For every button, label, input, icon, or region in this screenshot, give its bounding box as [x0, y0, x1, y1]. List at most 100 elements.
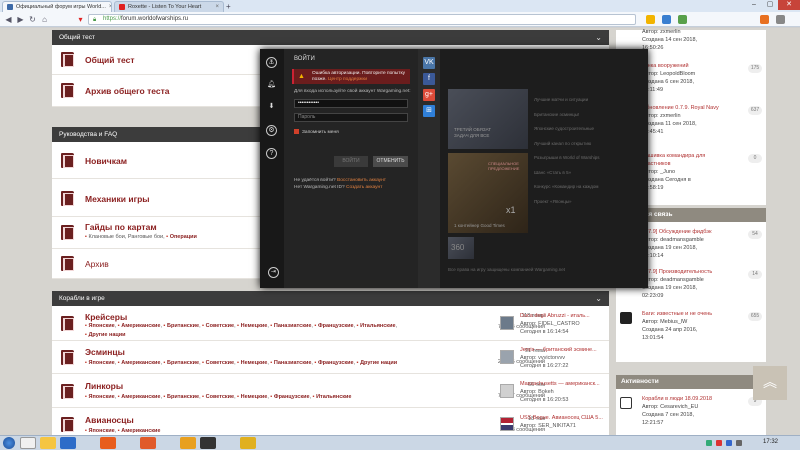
- forum-title[interactable]: Гайды по картам: [85, 222, 157, 232]
- section-header-ships[interactable]: Корабли в игре ⌄: [52, 291, 609, 306]
- support-link[interactable]: Центр поддержки: [328, 77, 367, 82]
- explorer-app-icon[interactable]: [20, 437, 36, 449]
- last-post-avatar[interactable]: [500, 350, 514, 364]
- feed-item[interactable]: Шанс «Стать в 5»: [534, 170, 644, 176]
- last-post-author[interactable]: Автор: vvvictorvvv: [520, 354, 625, 362]
- help-icon[interactable]: ?: [266, 148, 277, 159]
- topic-author[interactable]: Автор: Mebius_lW: [620, 318, 762, 326]
- bell-icon[interactable]: 🔔︎: [266, 80, 277, 91]
- bookmark-star-icon[interactable]: [646, 15, 655, 24]
- last-post-author[interactable]: Автор: FIDEL_CASTRO: [520, 320, 625, 328]
- checkbox-icon[interactable]: [294, 129, 299, 134]
- vk-icon[interactable]: VK: [423, 57, 435, 69]
- forum-title[interactable]: Новичкам: [85, 156, 127, 166]
- close-tab-icon[interactable]: ×: [215, 4, 219, 10]
- feed-item[interactable]: Проект «Японцы»: [534, 199, 644, 205]
- tray-icon[interactable]: [706, 440, 712, 446]
- wows-logo-icon[interactable]: ⚓︎: [266, 57, 277, 68]
- feed-item[interactable]: Британские эсминцы!: [534, 112, 644, 118]
- feed-item[interactable]: Розыгрыши в World of Warships: [534, 155, 644, 161]
- last-post-author[interactable]: Автор: Bokeh: [520, 388, 625, 396]
- forum-title[interactable]: Архив общего теста: [85, 86, 169, 96]
- logout-icon[interactable]: ⇥: [268, 267, 279, 278]
- close-tab-icon[interactable]: ×: [109, 4, 111, 10]
- subforum-link[interactable]: Итальянские: [360, 323, 395, 329]
- download-icon[interactable]: ⬇︎: [266, 102, 277, 113]
- start-button-icon[interactable]: [3, 437, 15, 449]
- topic-title[interactable]: Корабли в люди 18.09.2018: [620, 395, 730, 403]
- subforum-link[interactable]: Советские: [206, 323, 235, 329]
- last-post-avatar[interactable]: [500, 316, 514, 330]
- tray-icon[interactable]: [726, 440, 732, 446]
- promo-banner-2[interactable]: СПЕЦИАЛЬНОЕ ПРЕДЛОЖЕНИЕ x1 1 контейнер G…: [448, 153, 528, 233]
- forum-title[interactable]: Общий тест: [85, 55, 135, 65]
- subforum-link[interactable]: Ранговые бои: [128, 234, 163, 240]
- home-icon[interactable]: ⌂: [40, 15, 49, 24]
- feed-item[interactable]: Конкурс «Командир на каждом: [534, 184, 644, 190]
- new-tab-button[interactable]: +: [226, 2, 231, 11]
- subforum-link[interactable]: Американские: [121, 323, 160, 329]
- last-post-title[interactable]: Jervis — британский эсмине...: [520, 346, 625, 354]
- gear-icon[interactable]: ⚙︎: [266, 125, 277, 136]
- promo-banner-1[interactable]: ТРЕТИЙ ОБЯЗАТ ЗАДАЧ ДЛЯ ВСЕ: [448, 89, 528, 149]
- extension-icon[interactable]: [662, 15, 671, 24]
- topic-author[interactable]: Автор: zxmerlin: [620, 28, 762, 36]
- forum-row-carriers[interactable]: Авианосцы ▪ Японские, ▪ Американские 18 …: [52, 408, 609, 435]
- tab-music[interactable]: Roxette - Listen To Your Heart ×: [114, 1, 224, 12]
- subforum-link[interactable]: Итальянские: [316, 394, 351, 400]
- folder-app-icon[interactable]: [40, 437, 56, 449]
- remember-me-checkbox[interactable]: Запомнить меня: [294, 129, 339, 135]
- subforum-link[interactable]: Паназиатские: [274, 360, 312, 366]
- cancel-button[interactable]: ОТМЕНИТЬ: [373, 156, 408, 167]
- promo-banner-3[interactable]: 360: [448, 237, 474, 259]
- subforum-link[interactable]: Американские: [121, 428, 160, 434]
- password-field[interactable]: Пароль: [294, 113, 408, 122]
- forum-row-battleships[interactable]: Линкоры ▪ Японские, ▪ Американские, ▪ Бр…: [52, 374, 609, 408]
- subforum-link[interactable]: Паназиатские: [274, 323, 312, 329]
- sidebar-topic[interactable]: Корабли в люди 18.09.2018 Автор: Cesarev…: [620, 395, 762, 427]
- subforum-link[interactable]: Французские: [318, 360, 354, 366]
- subforum-link[interactable]: Советские: [206, 360, 235, 366]
- topic-title[interactable]: Баги: известные и не очень: [620, 310, 730, 318]
- subforum-link[interactable]: Японские: [88, 428, 114, 434]
- minimize-button[interactable]: –: [746, 0, 762, 10]
- section-header-general-test[interactable]: Общий тест ⌄: [52, 30, 609, 45]
- app-icon[interactable]: [140, 437, 156, 449]
- google-plus-icon[interactable]: g+: [423, 89, 435, 101]
- address-bar[interactable]: 🔒︎ https://forum.worldofwarships.ru: [88, 14, 636, 25]
- back-icon[interactable]: ◀: [4, 15, 13, 24]
- app-icon[interactable]: [180, 437, 196, 449]
- tab-forum[interactable]: Официальный форум игры World... ×: [2, 1, 112, 12]
- subforum-link[interactable]: Японские: [88, 323, 114, 329]
- forum-title[interactable]: Архив: [85, 259, 109, 269]
- forum-title[interactable]: Механики игры: [85, 194, 150, 204]
- close-window-button[interactable]: ✕: [778, 0, 800, 10]
- app-icon[interactable]: [240, 437, 256, 449]
- collapse-chevron-icon[interactable]: ⌄: [595, 30, 602, 45]
- subforum-link[interactable]: Японские: [88, 360, 114, 366]
- reload-icon[interactable]: ↻: [28, 15, 37, 24]
- subforum-link[interactable]: Клановые бои: [88, 234, 124, 240]
- last-post-avatar[interactable]: [500, 384, 514, 398]
- tray-icon[interactable]: [716, 440, 722, 446]
- settings-menu-icon[interactable]: [776, 15, 785, 24]
- last-post-avatar[interactable]: [500, 417, 514, 431]
- last-post-title[interactable]: Duca degli Abruzzi - италь...: [520, 312, 625, 320]
- forward-icon[interactable]: ▶: [16, 15, 25, 24]
- forum-title[interactable]: Авианосцы: [85, 415, 134, 425]
- volume-icon[interactable]: [736, 440, 742, 446]
- scroll-to-top-button[interactable]: ︽: [753, 366, 787, 400]
- feed-item[interactable]: Японские судостроительные: [534, 126, 644, 132]
- forum-title[interactable]: Эсминцы: [85, 347, 125, 357]
- subforum-link[interactable]: Другие нации: [88, 332, 125, 338]
- subforum-link[interactable]: Британские: [167, 360, 199, 366]
- collapse-chevron-icon[interactable]: ⌄: [595, 291, 602, 306]
- forum-row-destroyers[interactable]: Эсминцы ▪ Японские, ▪ Американские, ▪ Бр…: [52, 341, 609, 374]
- subforum-link[interactable]: Немецкие: [241, 394, 268, 400]
- email-field[interactable]: ••••••••••••: [294, 99, 408, 108]
- forum-row-cruisers[interactable]: Крейсеры ▪ Японские, ▪ Американские, ▪ Б…: [52, 306, 609, 341]
- forum-title[interactable]: Линкоры: [85, 381, 123, 391]
- sidebar-topic[interactable]: Баги: известные и не очень Автор: Mebius…: [620, 310, 762, 342]
- subforum-link[interactable]: Немецкие: [241, 323, 268, 329]
- subforum-link[interactable]: Французские: [318, 323, 354, 329]
